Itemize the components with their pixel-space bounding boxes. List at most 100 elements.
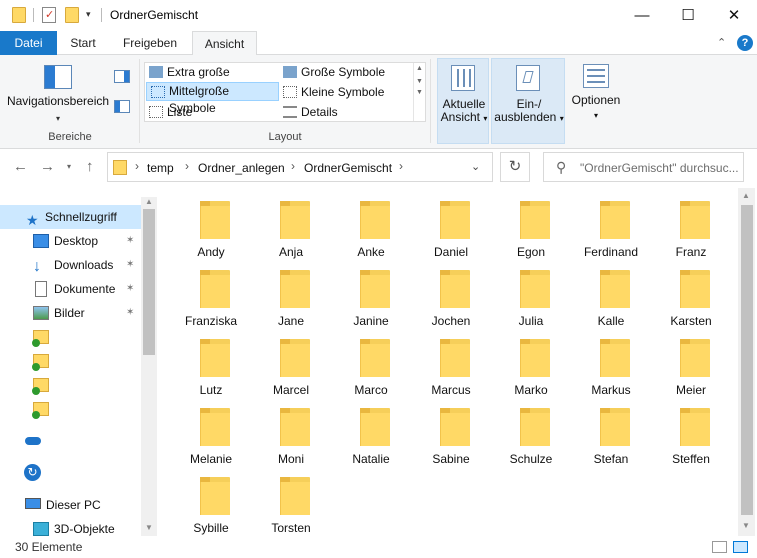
breadcrumb-separator[interactable]: › [399,159,403,173]
search-input[interactable] [580,159,742,177]
folder-item[interactable]: Markus [571,335,651,404]
up-arrow-icon[interactable]: ↑ [86,158,94,175]
nav-item-bilder[interactable]: Bilder ✶ [0,301,141,325]
pin-icon[interactable]: ✶ [126,277,134,301]
nav-item-schnellzugriff[interactable]: ★ Schnellzugriff [0,205,141,229]
scroll-down-icon[interactable]: ▼ [141,523,157,532]
folder-item[interactable]: Anke [331,197,411,266]
layout-medium-icons[interactable]: Mittelgroße Symbole [146,82,279,115]
pin-icon[interactable]: ✶ [126,253,134,277]
scroll-down-icon[interactable]: ▼ [738,521,754,530]
forward-arrow-icon[interactable]: → [40,158,55,175]
details-view-toggle-icon[interactable] [712,541,727,553]
help-icon[interactable]: ? [737,35,753,51]
close-button[interactable]: ✕ [711,0,757,31]
folder-item[interactable]: Marco [331,335,411,404]
new-folder-icon[interactable] [65,7,79,23]
folder-item[interactable]: Meier [651,335,731,404]
layout-extra-large-icons[interactable]: Extra große Symbole [145,63,279,98]
folder-item[interactable]: Kalle [571,266,651,335]
customize-quick-access-icon[interactable]: ▾ [86,9,91,20]
nav-item-synced-folder[interactable] [0,397,141,421]
scrollbar-thumb[interactable] [741,205,753,515]
expand-gallery-icon[interactable]: ▼ [414,89,425,96]
folder-item[interactable]: Daniel [411,197,491,266]
folder-item[interactable]: Sybille [171,473,251,536]
folder-item[interactable]: Julia [491,266,571,335]
breadcrumb-separator[interactable]: › [135,159,139,173]
folder-item[interactable]: Moni [251,404,331,473]
nav-item-dieser-pc[interactable]: Dieser PC [0,493,141,517]
tab-ansicht[interactable]: Ansicht [192,31,257,56]
folder-item[interactable]: Marcel [251,335,331,404]
folder-item[interactable]: Natalie [331,404,411,473]
breadcrumb-item[interactable]: temp [147,161,174,175]
scroll-up-icon[interactable]: ▲ [141,197,157,206]
folder-item[interactable]: Anja [251,197,331,266]
folder-item[interactable]: Franz [651,197,731,266]
breadcrumb-item[interactable]: OrdnerGemischt [304,161,392,175]
folder-item[interactable]: Karsten [651,266,731,335]
folder-item[interactable]: Franziska [171,266,251,335]
folder-item[interactable]: Janine [331,266,411,335]
folder-item[interactable]: Melanie [171,404,251,473]
collapse-ribbon-icon[interactable]: ⌃ [717,36,726,49]
layout-gallery-scroll[interactable]: ▲ ▼ ▼ [413,63,425,121]
nav-item-downloads[interactable]: ↓ Downloads ✶ [0,253,141,277]
folder-item[interactable]: Jane [251,266,331,335]
breadcrumb-separator[interactable]: › [291,159,295,173]
breadcrumb-item[interactable]: Ordner_anlegen [198,161,285,175]
nav-item-dokumente[interactable]: Dokumente ✶ [0,277,141,301]
address-dropdown-icon[interactable]: ⌄ [471,160,480,173]
layout-large-icons[interactable]: Große Symbole [279,63,413,82]
tab-freigeben[interactable]: Freigeben [110,31,190,55]
layout-list[interactable]: Liste [145,103,279,122]
maximize-button[interactable]: ☐ [665,0,711,31]
tab-datei[interactable]: Datei [0,31,57,55]
nav-item-synced-folder[interactable] [0,349,141,373]
back-arrow-icon[interactable]: ← [13,158,28,175]
folder-item[interactable]: Egon [491,197,571,266]
nav-item-3d-objekte[interactable]: 3D-Objekte [0,517,141,536]
folder-item[interactable]: Torsten [251,473,331,536]
content-scrollbar[interactable]: ▲ ▼ [738,188,755,536]
show-hide-button[interactable]: Ein-/ ausblenden ▾ [491,58,565,144]
options-button[interactable]: Optionen ▾ [567,64,625,122]
folder-item[interactable]: Andy [171,197,251,266]
nav-item-sync[interactable]: ↻ [0,461,141,485]
layout-small-icons[interactable]: Kleine Symbole [279,83,413,102]
folder-item[interactable]: Ferdinand [571,197,651,266]
nav-item-synced-folder[interactable] [0,325,141,349]
scroll-up-icon[interactable]: ▲ [414,65,425,72]
nav-item-desktop[interactable]: Desktop ✶ [0,229,141,253]
navigation-pane-scrollbar[interactable]: ▲ ▼ [141,197,157,536]
tab-start[interactable]: Start [58,31,108,55]
current-view-button[interactable]: Aktuelle Ansicht ▾ [437,58,489,144]
scrollbar-thumb[interactable] [143,209,155,355]
pin-icon[interactable]: ✶ [126,229,134,253]
folder-item[interactable]: Stefan [571,404,651,473]
folder-item[interactable]: Sabine [411,404,491,473]
properties-icon[interactable]: ✓ [42,7,56,23]
layout-details[interactable]: Details [279,103,413,122]
address-bar[interactable]: › temp › Ordner_anlegen › OrdnerGemischt… [107,152,493,182]
folder-item[interactable]: Schulze [491,404,571,473]
search-box[interactable]: ⚲ [543,152,744,182]
recent-locations-icon[interactable]: ▾ [67,162,71,171]
folder-item[interactable]: Jochen [411,266,491,335]
scroll-up-icon[interactable]: ▲ [738,191,754,200]
large-icons-view-toggle-icon[interactable] [733,541,748,553]
pin-icon[interactable]: ✶ [126,301,134,325]
folder-item[interactable]: Lutz [171,335,251,404]
navigation-pane-button[interactable]: Navigationsbereich ▾ [6,65,110,125]
details-pane-icon[interactable] [114,100,130,113]
folder-item[interactable]: Steffen [651,404,731,473]
folder-item[interactable]: Marcus [411,335,491,404]
preview-pane-icon[interactable] [114,70,130,83]
breadcrumb-separator[interactable]: › [185,159,189,173]
folder-item[interactable]: Marko [491,335,571,404]
nav-item-onedrive[interactable] [0,429,141,453]
scroll-down-icon[interactable]: ▼ [414,78,425,85]
minimize-button[interactable]: — [619,0,665,31]
refresh-button[interactable]: ↻ [500,152,530,182]
